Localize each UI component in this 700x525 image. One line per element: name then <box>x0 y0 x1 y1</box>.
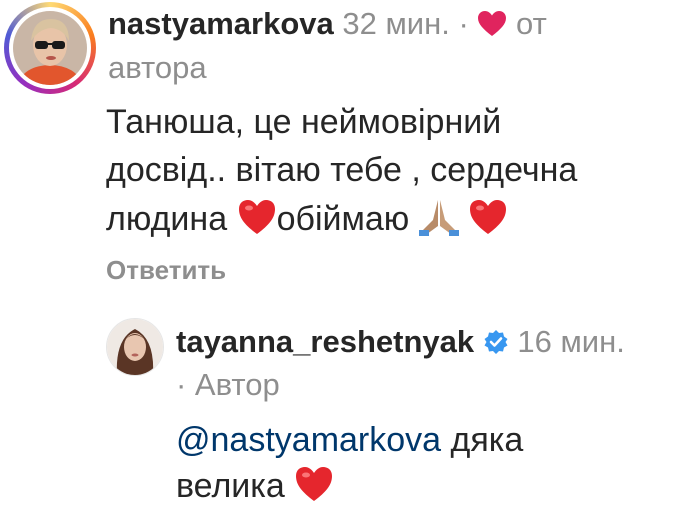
comment-text-fragment: людина <box>106 200 228 238</box>
avatar[interactable] <box>106 318 164 376</box>
liked-by-author: автора <box>108 50 207 85</box>
separator: · <box>458 6 469 41</box>
comment-text-line: людина обіймаю <box>106 196 508 247</box>
liked-by-label: от <box>516 6 547 41</box>
reply-button[interactable]: Ответить <box>106 255 226 286</box>
avatar[interactable] <box>13 11 87 85</box>
comment-text-line: велика <box>176 464 334 514</box>
username[interactable]: tayanna_reshetnyak <box>176 324 474 359</box>
verified-badge-icon <box>483 323 509 367</box>
username[interactable]: nastyamarkova <box>108 6 334 41</box>
heart-icon <box>477 5 507 49</box>
comment-text-fragment: велика <box>176 467 285 505</box>
comment-text-line: Танюша, це неймовірний <box>106 103 502 141</box>
praying-hands-emoji-icon <box>418 196 459 247</box>
timestamp: 32 мин. <box>342 6 450 41</box>
story-ring[interactable] <box>4 2 96 94</box>
comment-text-fragment: обіймаю <box>276 200 410 238</box>
heart-emoji-icon <box>237 198 277 247</box>
mention-link[interactable]: @nastyamarkova <box>176 421 441 459</box>
comment-text-fragment: дяка <box>450 421 524 459</box>
timestamp: 16 мин. <box>517 324 625 359</box>
comment-meta: nastyamarkova 32 мин. · от <box>108 2 547 49</box>
author-label: · Автор <box>176 367 280 402</box>
heart-emoji-icon <box>294 465 334 514</box>
heart-emoji-icon <box>468 198 508 247</box>
comment-text-line: досвід.. вітаю тебе , сердечна <box>106 151 578 189</box>
comment-nastyamarkova: nastyamarkova 32 мин. · от автора Танюша… <box>0 0 700 300</box>
comment-meta: tayanna_reshetnyak 16 мин. <box>176 320 625 367</box>
comment-text-line: @nastyamarkova дяка <box>176 418 523 462</box>
